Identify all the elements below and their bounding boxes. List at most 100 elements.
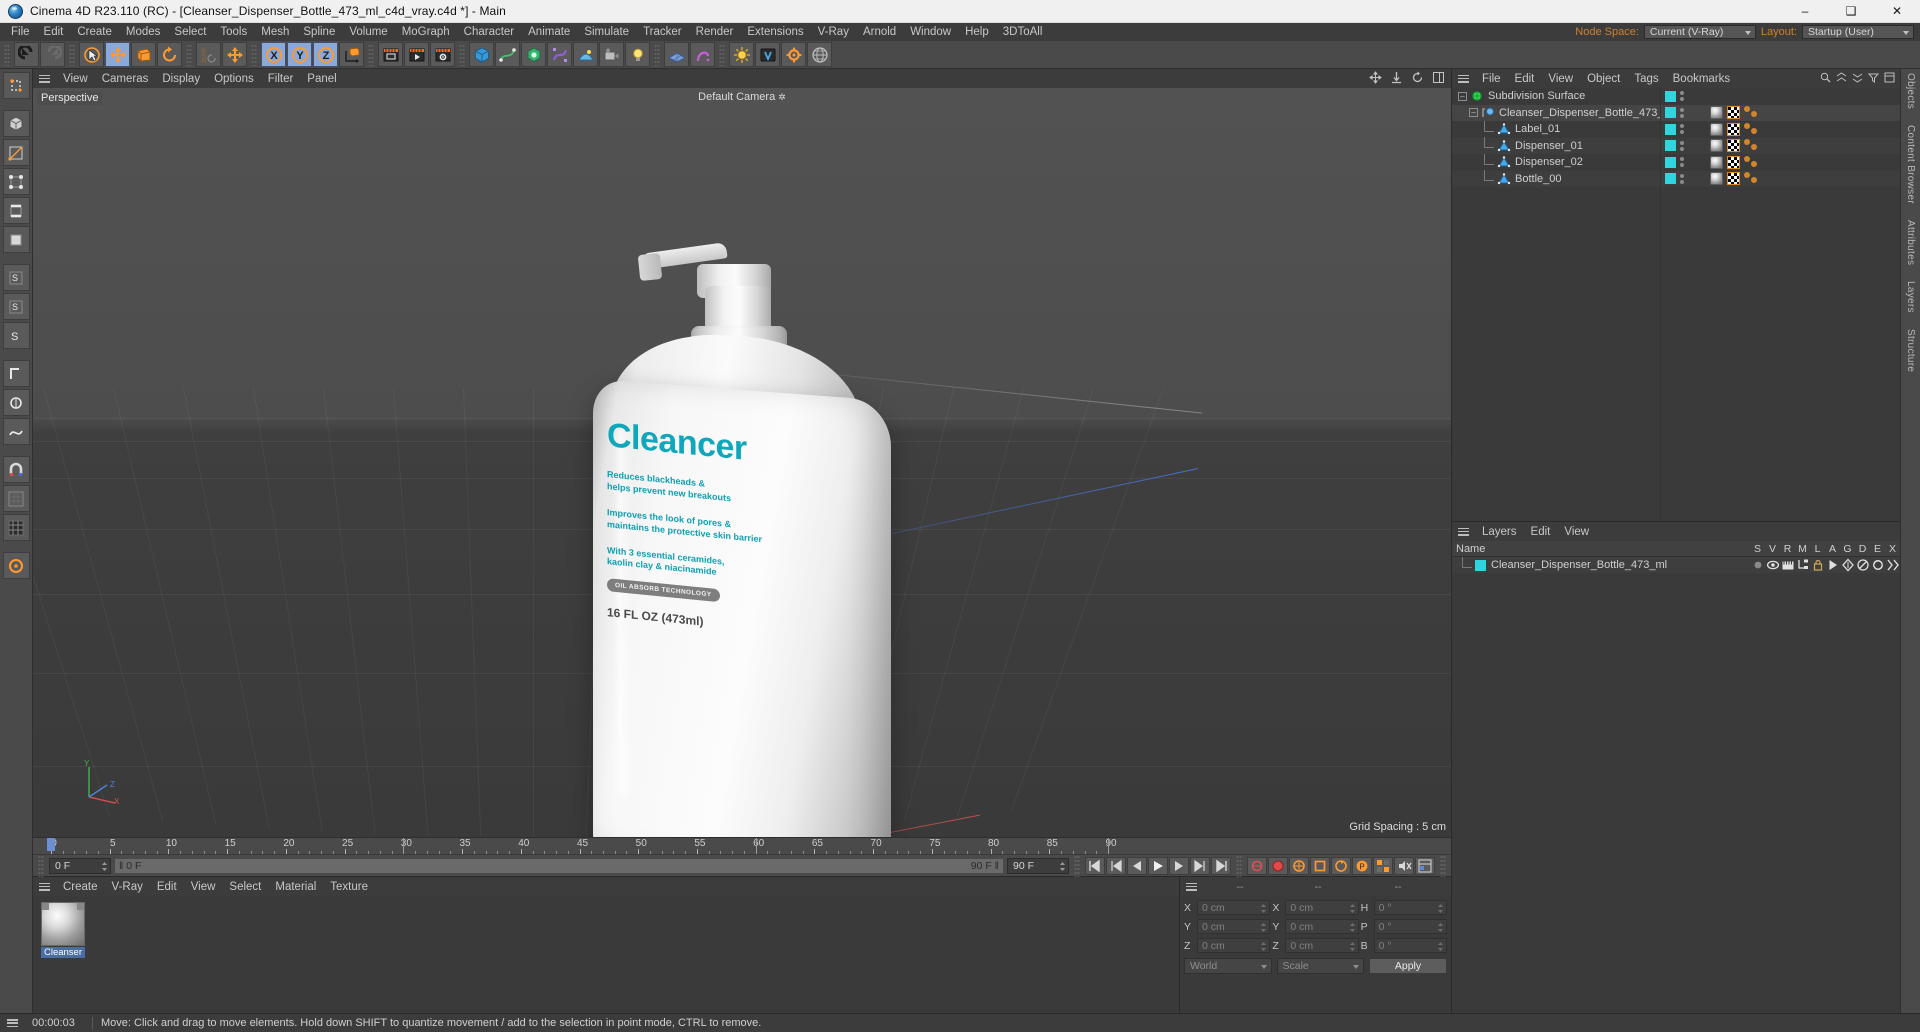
menu-modes[interactable]: Modes	[119, 23, 168, 41]
layer-color-swatch[interactable]	[1665, 90, 1676, 102]
live-selection-tool[interactable]	[79, 42, 104, 67]
size-field[interactable]: 0 cm	[1285, 938, 1359, 953]
rotation-field[interactable]: 0 °	[1373, 919, 1447, 934]
step-forward-button[interactable]	[1169, 856, 1189, 875]
layer-menu-edit[interactable]: Edit	[1524, 523, 1558, 541]
rotation-field[interactable]: 0 °	[1373, 900, 1447, 915]
enable-axis-button[interactable]: S	[2, 322, 30, 349]
preview-range-track[interactable]: ‖ 0 F 90 F ‖	[114, 857, 1004, 874]
add-spline-button[interactable]	[495, 42, 520, 67]
timeline-layout-button[interactable]	[1415, 856, 1435, 875]
generator-icon[interactable]	[1840, 558, 1855, 572]
size-field[interactable]: 0 cm	[1285, 900, 1359, 915]
undo-button[interactable]	[14, 42, 39, 67]
menu-3dtoall[interactable]: 3DToAll	[996, 23, 1050, 41]
keyframe-rotation-button[interactable]	[1331, 856, 1351, 875]
layer-color-swatch[interactable]	[1665, 156, 1676, 168]
visibility-dot[interactable]	[1680, 113, 1684, 118]
viewport-menu-view[interactable]: View	[56, 70, 95, 88]
menu-tracker[interactable]: Tracker	[636, 23, 689, 41]
vray-render-button[interactable]	[755, 42, 780, 67]
solo-dot-icon[interactable]	[1750, 558, 1765, 572]
visibility-dots[interactable]	[1680, 157, 1684, 168]
object-row[interactable]: Dispenser_01	[1452, 137, 1660, 154]
material-menu-view[interactable]: View	[184, 878, 223, 896]
visibility-dots[interactable]	[1680, 107, 1684, 118]
visibility-dot[interactable]	[1680, 179, 1684, 184]
apply-button[interactable]: Apply	[1369, 958, 1447, 974]
point-selection-tag-icon[interactable]	[1744, 172, 1760, 185]
edge-mode-button[interactable]	[2, 197, 30, 224]
add-floor-button[interactable]	[664, 42, 689, 67]
spinner-icon[interactable]	[1260, 941, 1267, 952]
timeline-ruler[interactable]: 051015202530354045505560657075808590	[33, 837, 1451, 854]
menu-mograph[interactable]: MoGraph	[395, 23, 457, 41]
spinner-icon[interactable]	[101, 861, 108, 872]
menu-file[interactable]: File	[4, 23, 37, 41]
next-key-button[interactable]	[1190, 856, 1210, 875]
layer-manager-hamburger-icon[interactable]	[1456, 526, 1471, 538]
menu-arnold[interactable]: Arnold	[856, 23, 903, 41]
move-view-icon[interactable]	[1369, 71, 1382, 84]
material-tag-icon[interactable]	[1710, 155, 1723, 169]
render-view-button[interactable]	[378, 42, 403, 67]
object-menu-tags[interactable]: Tags	[1627, 70, 1665, 88]
material-menu-edit[interactable]: Edit	[150, 878, 184, 896]
spinner-icon[interactable]	[1349, 941, 1356, 952]
add-camera-button[interactable]	[599, 42, 624, 67]
point-selection-tag-icon[interactable]	[1744, 155, 1760, 169]
spinner-icon[interactable]	[1349, 903, 1356, 914]
visibility-dots[interactable]	[1680, 173, 1684, 184]
menu-simulate[interactable]: Simulate	[577, 23, 636, 41]
visibility-dot[interactable]	[1680, 107, 1684, 112]
viewport-menu-cameras[interactable]: Cameras	[95, 70, 156, 88]
add-deformer-button[interactable]	[547, 42, 572, 67]
position-field[interactable]: 0 cm	[1197, 938, 1271, 953]
visibility-dot[interactable]	[1680, 97, 1684, 102]
layer-row[interactable]: Cleanser_Dispenser_Bottle_473_ml	[1452, 556, 1900, 573]
material-item[interactable]: Cleanser	[41, 902, 85, 958]
rotate-view-icon[interactable]	[1411, 71, 1424, 84]
add-scene-env-button[interactable]	[573, 42, 598, 67]
render-to-picture-viewer-button[interactable]	[404, 42, 429, 67]
object-manager-hamburger-icon[interactable]	[1456, 73, 1471, 85]
zoom-view-icon[interactable]	[1390, 71, 1403, 84]
world-object-axis[interactable]	[339, 42, 364, 67]
animation-icon[interactable]	[1825, 558, 1840, 572]
material-tag-icon[interactable]	[1710, 106, 1723, 120]
size-field[interactable]: 0 cm	[1285, 919, 1359, 934]
menu-animate[interactable]: Animate	[521, 23, 577, 41]
lock-icon[interactable]	[1810, 558, 1825, 572]
layer-color-swatch[interactable]	[1665, 173, 1676, 185]
layer-color-swatch[interactable]	[1475, 559, 1486, 571]
visibility-dot[interactable]	[1680, 157, 1684, 162]
search-icon[interactable]	[1820, 72, 1831, 83]
x-axis-lock[interactable]: X	[261, 42, 286, 67]
menu-v-ray[interactable]: V-Ray	[811, 23, 856, 41]
material-list[interactable]: Cleanser	[33, 896, 1179, 1013]
object-menu-file[interactable]: File	[1475, 70, 1508, 88]
keyframe-position-button[interactable]	[1289, 856, 1309, 875]
expander-toggle[interactable]: –	[1458, 91, 1467, 101]
vray-light-button[interactable]	[729, 42, 754, 67]
lock-workplane-button[interactable]	[2, 552, 30, 579]
visibility-dots[interactable]	[1680, 140, 1684, 151]
render-icon[interactable]	[1780, 558, 1795, 572]
material-menu-v-ray[interactable]: V-Ray	[105, 878, 150, 896]
keyframe-scale-button[interactable]	[1310, 856, 1330, 875]
menu-create[interactable]: Create	[70, 23, 119, 41]
workplane-button[interactable]	[2, 485, 30, 512]
visibility-dot[interactable]	[1680, 173, 1684, 178]
visibility-dot[interactable]	[1680, 163, 1684, 168]
viewport-menu-options[interactable]: Options	[207, 70, 261, 88]
object-menu-object[interactable]: Object	[1580, 70, 1627, 88]
spinner-icon[interactable]	[1437, 922, 1444, 933]
deformer-bend-button[interactable]	[690, 42, 715, 67]
viewport-solo-single-button[interactable]	[2, 360, 30, 387]
point-selection-tag-icon[interactable]	[1744, 106, 1760, 119]
uv-texture-tag-icon[interactable]	[1727, 172, 1740, 186]
object-manager-body[interactable]: – Subdivision Surface – Cleanser_Dispenser_…	[1452, 88, 1900, 521]
material-tag-icon[interactable]	[1710, 139, 1723, 153]
spinner-icon[interactable]	[1059, 861, 1066, 872]
texture-mode-button[interactable]	[2, 139, 30, 166]
